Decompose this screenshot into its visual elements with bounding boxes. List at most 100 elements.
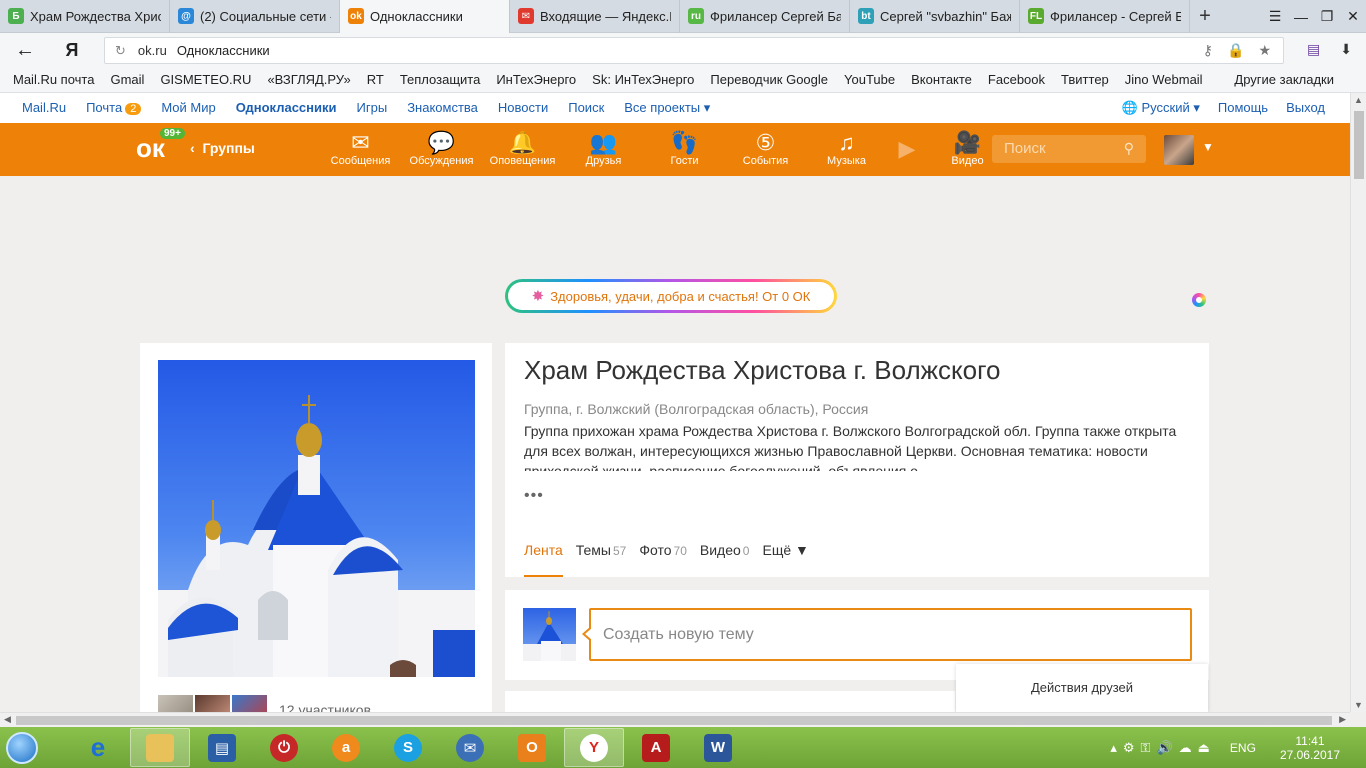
horizontal-scroll-thumb[interactable] (16, 716, 1332, 725)
ok-nav-item[interactable]: ✉ Сообщения (320, 123, 401, 176)
mailru-link[interactable]: Мой Мир (161, 100, 215, 116)
mailru-link[interactable]: Игры (357, 100, 388, 116)
members-count[interactable]: 12 участников (279, 702, 371, 712)
bookmark-item[interactable]: YouTube (844, 72, 895, 87)
archive-extension-icon[interactable]: ▤ (1307, 41, 1320, 58)
taskbar-skype[interactable]: S (378, 728, 438, 767)
taskbar-internet-explorer[interactable]: e (68, 728, 128, 767)
bookmark-item[interactable]: Mail.Ru почта (13, 72, 94, 87)
member-avatar[interactable] (195, 695, 230, 712)
ok-logo-icon[interactable]: ок (136, 133, 165, 167)
bookmark-item[interactable]: Вконтакте (911, 72, 972, 87)
taskbar-file-explorer[interactable] (130, 728, 190, 767)
promo-banner[interactable]: ✸ Здоровья, удачи, добра и счастья! От 0 … (505, 279, 837, 313)
search-icon[interactable]: ⚲ (1124, 140, 1134, 157)
mailru-link[interactable]: Почта 2 (86, 100, 142, 116)
notifications-badge[interactable]: 99+ (160, 128, 185, 139)
ok-nav-item[interactable]: 💬 Обсуждения (401, 123, 482, 176)
group-avatar-image[interactable] (158, 360, 475, 677)
yandex-icon[interactable]: Я (50, 40, 94, 61)
scroll-right-icon[interactable]: ▶ (1339, 714, 1346, 725)
expand-description-button[interactable]: ••• (524, 487, 544, 505)
download-icon[interactable]: ⬇ (1340, 41, 1352, 58)
chevron-down-icon[interactable]: ▼ (1202, 140, 1214, 154)
scroll-left-icon[interactable]: ◀ (4, 714, 11, 725)
language-selector[interactable]: 🌐 Русский ▾ (1122, 100, 1200, 116)
ok-nav-item[interactable]: 👣 Гости (644, 123, 725, 176)
star-icon[interactable]: ★ (1258, 42, 1271, 59)
system-clock[interactable]: 11:41 27.06.2017 (1280, 734, 1340, 762)
member-avatar[interactable] (232, 695, 267, 712)
mailru-link[interactable]: Одноклассники (236, 100, 337, 116)
ok-nav-item[interactable]: 👥 Друзья (563, 123, 644, 176)
group-tab[interactable]: Ещё ▼ (762, 533, 808, 577)
bookmark-item[interactable]: Теплозащита (400, 72, 480, 87)
menu-icon[interactable]: ☰ (1262, 8, 1288, 25)
browser-tab[interactable]: bt Сергей "svbazhin" Баж (850, 0, 1020, 33)
reload-icon[interactable]: ↻ (115, 43, 126, 59)
bookmark-item[interactable]: GISMETEO.RU (160, 72, 251, 87)
mailru-link[interactable]: Новости (498, 100, 548, 116)
ok-nav-item[interactable]: ▶ (887, 123, 927, 176)
browser-tab[interactable]: ru Фрилансер Сергей Ба (680, 0, 850, 33)
bookmark-item[interactable]: Твиттер (1061, 72, 1109, 87)
taskbar-thunderbird[interactable]: ✉ (440, 728, 500, 767)
group-tab[interactable]: Фото 70 (639, 533, 687, 577)
taskbar-outlook[interactable]: O (502, 728, 562, 767)
bookmark-item[interactable]: ИнТехЭнерго (496, 72, 576, 87)
browser-tab[interactable]: ✉ Входящие — Яндекс.П (510, 0, 680, 33)
tray-icons[interactable]: ▴⚙⚿🔊☁⏏ (1110, 740, 1216, 756)
taskbar-acrobat[interactable]: A (626, 728, 686, 767)
start-button[interactable] (0, 727, 44, 768)
user-avatar[interactable] (1164, 135, 1194, 165)
taskbar-control-app[interactable]: ▤ (192, 728, 252, 767)
back-button[interactable]: ← (0, 39, 50, 62)
group-tab[interactable]: Лента (524, 533, 563, 577)
ok-nav-item[interactable]: ♫ Музыка (806, 123, 887, 176)
new-tab-button[interactable]: + (1190, 0, 1220, 33)
browser-tab[interactable]: @ (2) Социальные сети - (170, 0, 340, 33)
color-ring-icon[interactable] (1192, 293, 1206, 307)
horizontal-scrollbar[interactable]: ◀ ▶ (0, 712, 1350, 727)
ok-nav-item[interactable]: 🔔 Оповещения (482, 123, 563, 176)
key-icon[interactable]: ⚷ (1203, 42, 1213, 59)
group-tab[interactable]: Темы 57 (576, 533, 627, 577)
bookmark-item[interactable]: Переводчик Google (710, 72, 828, 87)
back-to-groups-link[interactable]: ‹ Группы (190, 140, 255, 156)
help-link[interactable]: Помощь (1218, 100, 1268, 116)
ok-nav-item[interactable]: ⑤ События (725, 123, 806, 176)
browser-tab[interactable]: ok Одноклассники (340, 0, 510, 33)
bookmark-item[interactable]: Gmail (110, 72, 144, 87)
vertical-scroll-thumb[interactable] (1354, 111, 1364, 179)
logout-link[interactable]: Выход (1286, 100, 1325, 116)
friends-actions-panel[interactable]: Действия друзей (956, 664, 1208, 712)
member-avatar[interactable] (158, 695, 193, 712)
mailru-link[interactable]: Знакомства (407, 100, 478, 116)
taskbar-power-app[interactable]: ⏻ (254, 728, 314, 767)
taskbar-yandex-browser[interactable]: Y (564, 728, 624, 767)
close-icon[interactable]: ✕ (1340, 8, 1366, 25)
bookmark-item[interactable]: «ВЗГЛЯД.РУ» (267, 72, 350, 87)
scroll-down-icon[interactable]: ▼ (1354, 700, 1363, 710)
bookmark-item[interactable]: RT (367, 72, 384, 87)
ok-search-input[interactable]: Поиск ⚲ (992, 135, 1146, 163)
taskbar-avast[interactable]: a (316, 728, 376, 767)
browser-tab[interactable]: Б Храм Рождества Христ (0, 0, 170, 33)
browser-tab[interactable]: FL Фрилансер - Сергей Б (1020, 0, 1190, 33)
input-language[interactable]: ENG (1230, 741, 1256, 755)
mailru-link[interactable]: Поиск (568, 100, 604, 116)
restore-icon[interactable]: ❐ (1314, 8, 1340, 25)
bookmark-item[interactable]: Sk: ИнТехЭнерго (592, 72, 694, 87)
bookmark-item[interactable]: Facebook (988, 72, 1045, 87)
group-tab[interactable]: Видео 0 (700, 533, 750, 577)
minimize-icon[interactable]: — (1288, 9, 1314, 25)
scroll-up-icon[interactable]: ▲ (1354, 95, 1363, 105)
group-members-row[interactable]: 12 участников (158, 695, 371, 712)
mailru-link[interactable]: Все проекты ▾ (624, 100, 710, 116)
taskbar-word[interactable]: W (688, 728, 748, 767)
bookmark-item[interactable]: Jino Webmail (1125, 72, 1203, 87)
other-bookmarks[interactable]: Другие закладки (1234, 72, 1334, 87)
vertical-scrollbar[interactable]: ▲ ▼ (1350, 93, 1366, 712)
mailru-link[interactable]: Mail.Ru (22, 100, 66, 116)
new-topic-input[interactable]: Создать новую тему (582, 608, 1192, 661)
